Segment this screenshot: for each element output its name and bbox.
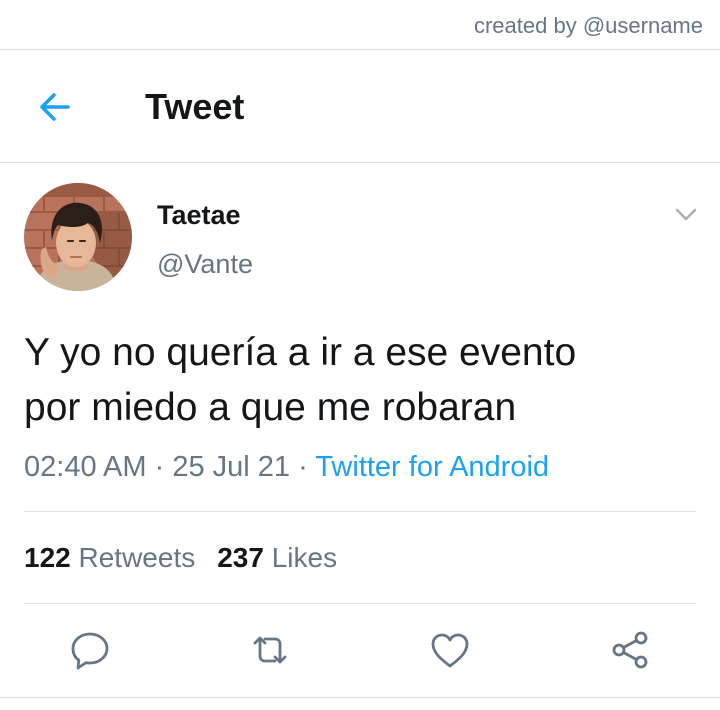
- tweet-text-line: Y yo no quería a ir a ese evento: [24, 331, 577, 374]
- tweet-date: 25 Jul 21: [172, 451, 291, 483]
- back-button[interactable]: [30, 87, 82, 127]
- likes-stat[interactable]: 237 Likes: [217, 540, 337, 576]
- page-title: Tweet: [145, 86, 245, 127]
- likes-label: Likes: [271, 542, 338, 573]
- author-display-name[interactable]: Taetae: [157, 199, 241, 231]
- tweet-time: 02:40 AM: [24, 451, 147, 483]
- bottom-divider: [0, 697, 720, 698]
- tweet-source-link[interactable]: Twitter for Android: [315, 451, 549, 483]
- share-button[interactable]: [608, 628, 652, 672]
- meta-separator: ·: [298, 451, 308, 483]
- retweet-button[interactable]: [248, 628, 292, 672]
- watermark-credit: created by @username: [473, 13, 703, 38]
- retweet-icon: [253, 636, 287, 664]
- share-icon: [612, 631, 648, 669]
- stats-divider: [24, 603, 696, 604]
- like-button[interactable]: [428, 628, 472, 672]
- tweet-text: Y yo no quería a ir a ese evento por mie…: [24, 325, 704, 435]
- tweet-stats: 122 Retweets 237 Likes: [24, 540, 337, 576]
- chevron-down-icon: [675, 208, 697, 221]
- retweets-count: 122: [24, 542, 71, 573]
- reply-button[interactable]: [68, 628, 112, 672]
- avatar[interactable]: [24, 183, 132, 291]
- tweet-text-line: por miedo a que me robaran: [24, 386, 517, 429]
- tweet-header: Tweet: [0, 50, 720, 162]
- meta-divider: [24, 511, 696, 512]
- profile-photo: [24, 183, 132, 291]
- tweet-options-button[interactable]: [670, 200, 702, 228]
- tweet-meta: 02:40 AM · 25 Jul 21 · Twitter for Andro…: [24, 449, 549, 485]
- meta-separator: ·: [154, 451, 165, 483]
- author-handle[interactable]: @Vante: [157, 248, 253, 280]
- retweets-label: Retweets: [78, 542, 196, 573]
- reply-icon: [71, 632, 109, 670]
- heart-icon: [431, 633, 469, 668]
- arrow-left-icon: [40, 93, 70, 121]
- likes-count: 237: [217, 542, 264, 573]
- retweets-stat[interactable]: 122 Retweets: [24, 540, 195, 576]
- header-divider: [0, 162, 720, 163]
